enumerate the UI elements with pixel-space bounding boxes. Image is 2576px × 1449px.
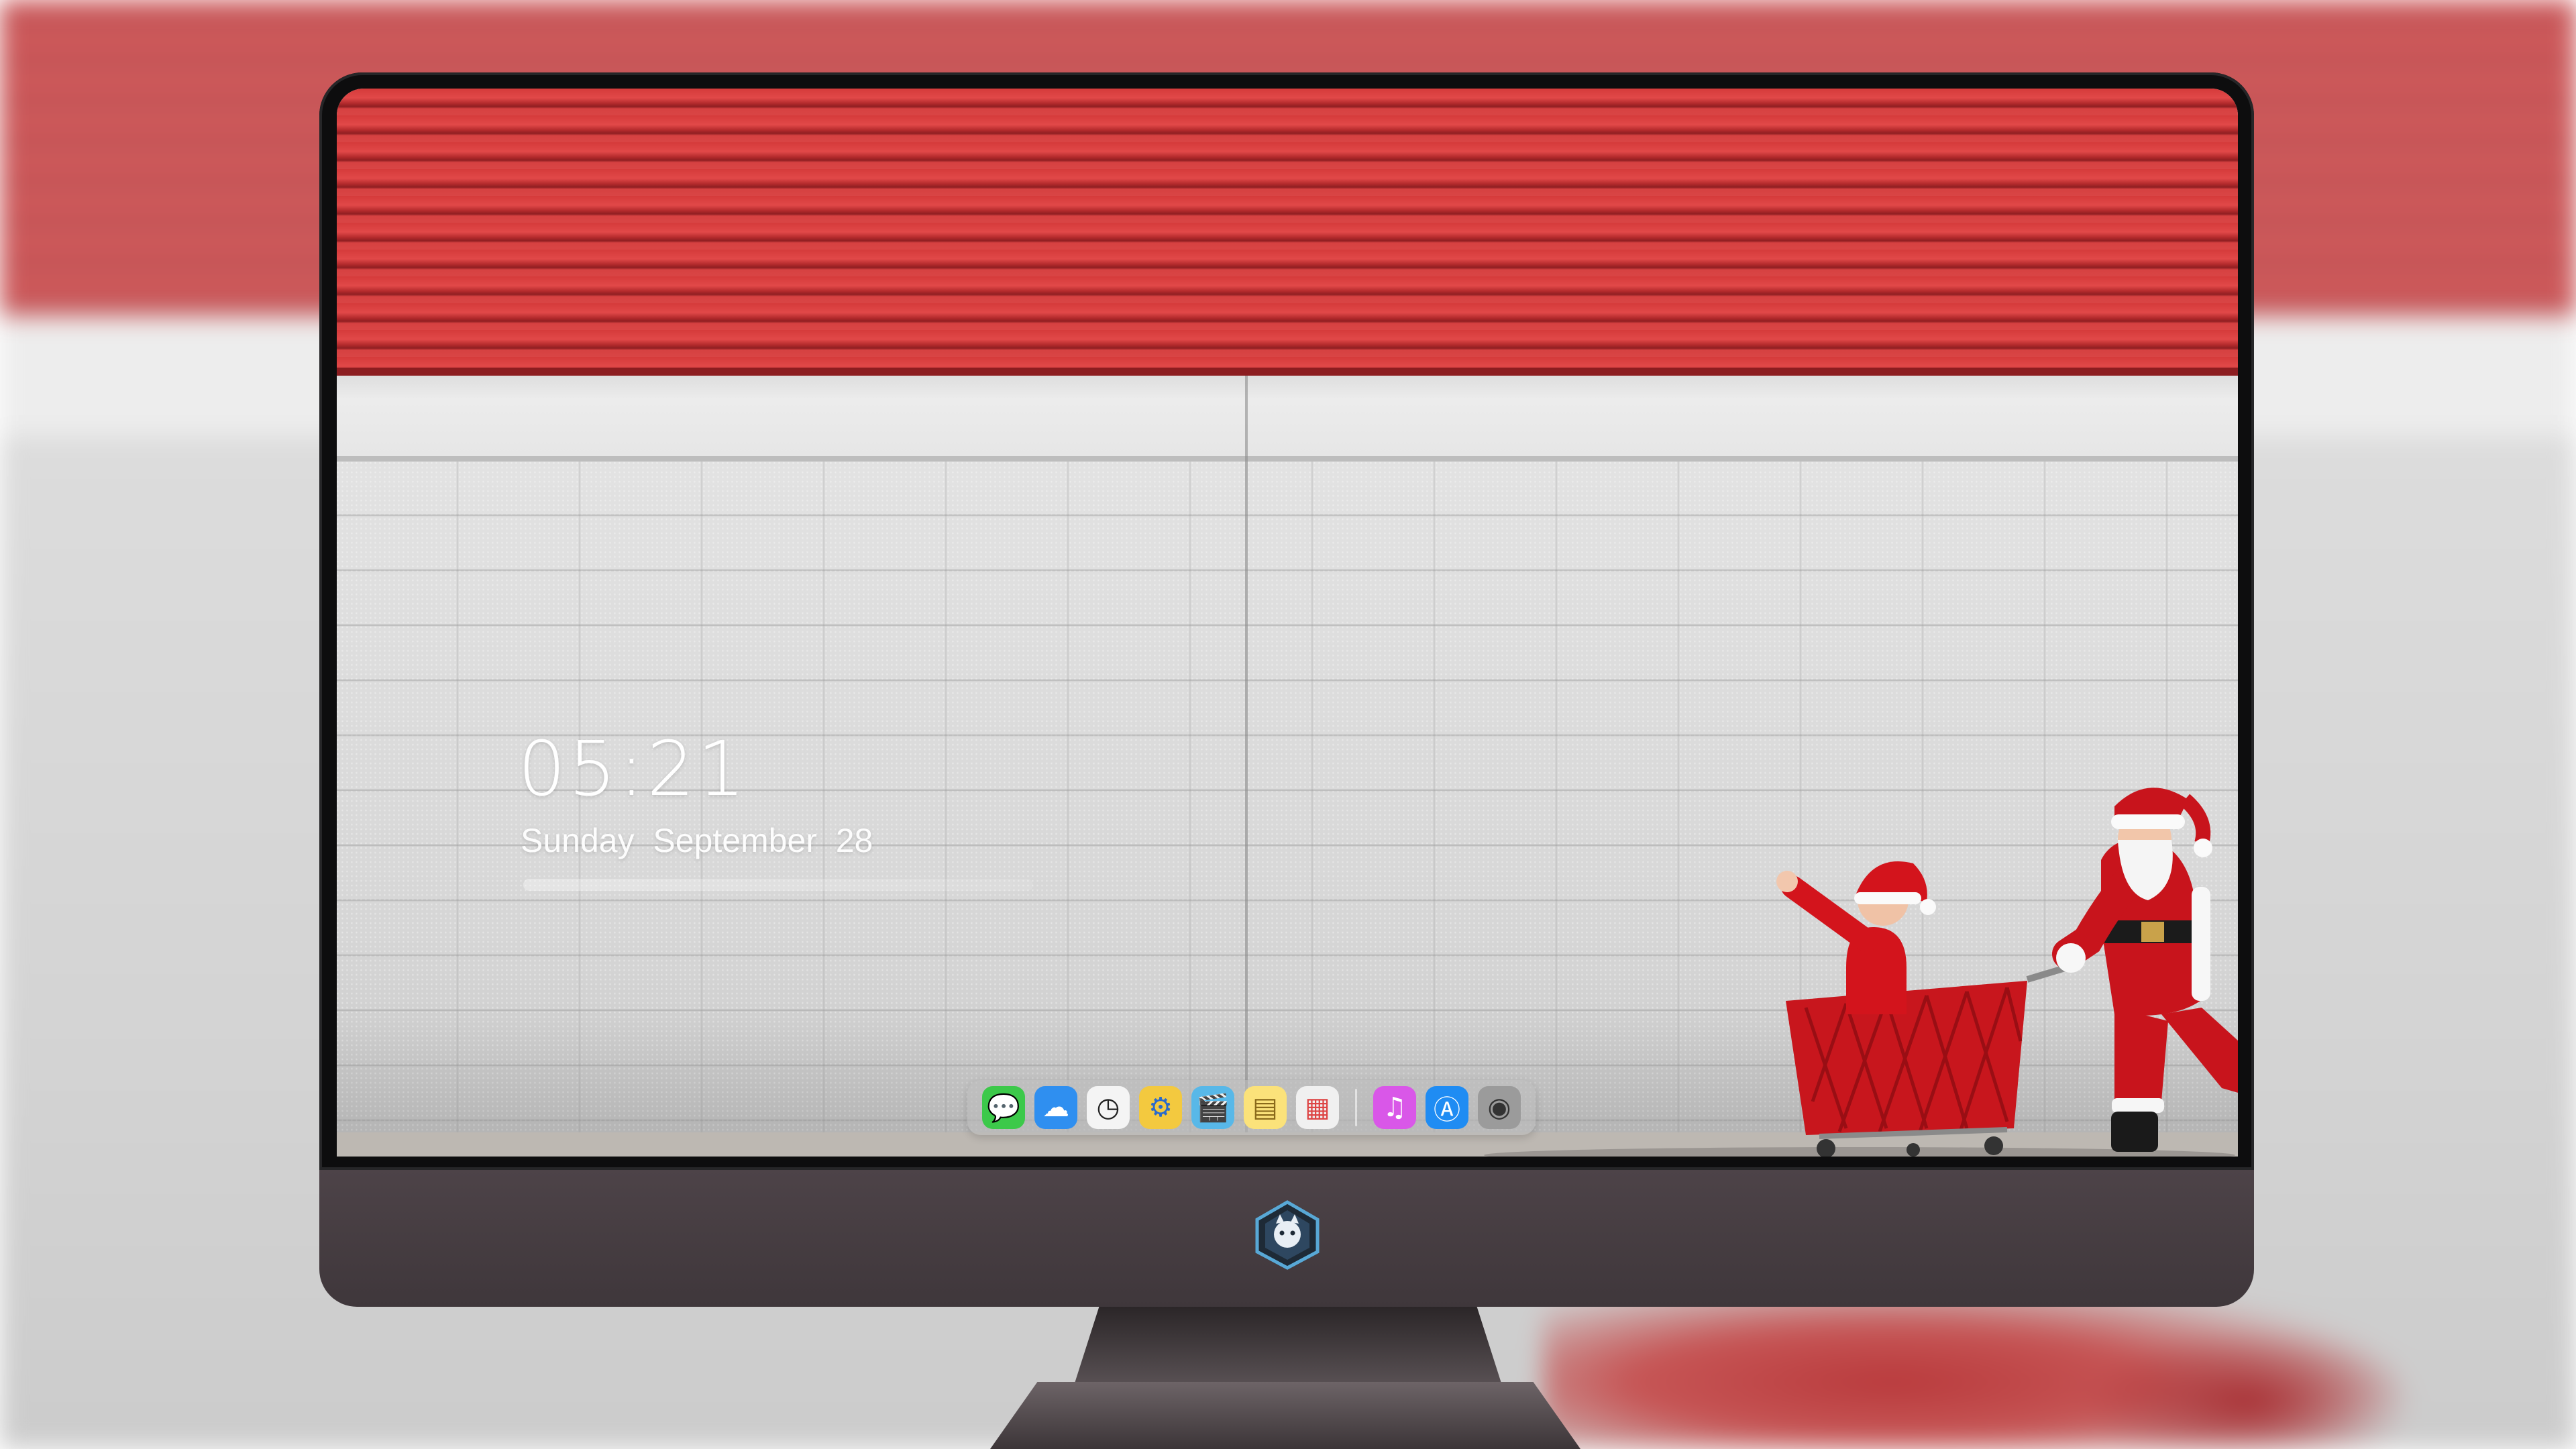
shopping-cart bbox=[1786, 951, 2090, 1157]
camera-icon[interactable]: ◉ bbox=[1478, 1086, 1521, 1129]
finder-icon[interactable]: ⚙ bbox=[1139, 1086, 1182, 1129]
lockscreen-clock: 05:21 bbox=[518, 726, 748, 813]
lockscreen-subtitle-bar bbox=[523, 879, 1033, 891]
lockscreen-date: Sunday September 28 bbox=[521, 822, 873, 859]
santa-cart-illustration bbox=[1484, 788, 2238, 1157]
wallpaper-red-siding bbox=[337, 89, 2238, 376]
dock-separator bbox=[1355, 1089, 1357, 1126]
photos-grid-icon[interactable]: ▦ bbox=[1296, 1086, 1339, 1129]
santa-figure bbox=[2052, 788, 2238, 1152]
monitor-stand-neck bbox=[1073, 1307, 1503, 1387]
music-icon[interactable]: ♫ bbox=[1373, 1086, 1416, 1129]
messages-icon[interactable]: 💬 bbox=[982, 1086, 1025, 1129]
wallpaper-trim bbox=[337, 376, 2238, 462]
clock-icon[interactable]: ◷ bbox=[1087, 1086, 1130, 1129]
monitor-stand-base bbox=[990, 1382, 1580, 1449]
video-icon[interactable]: 🎬 bbox=[1191, 1086, 1234, 1129]
app-store-icon[interactable]: Ⓐ bbox=[1426, 1086, 1468, 1129]
app-dock: 💬 ☁ ◷ ⚙ 🎬 ▤ ▦ ♫ Ⓐ ◉ bbox=[967, 1080, 1536, 1135]
notes-icon[interactable]: ▤ bbox=[1244, 1086, 1287, 1129]
desktop-screen: 05:21 Sunday September 28 💬 ☁ ◷ ⚙ 🎬 ▤ ▦ … bbox=[337, 89, 2238, 1157]
brand-logo-icon bbox=[1255, 1200, 1320, 1270]
weather-icon[interactable]: ☁ bbox=[1034, 1086, 1077, 1129]
